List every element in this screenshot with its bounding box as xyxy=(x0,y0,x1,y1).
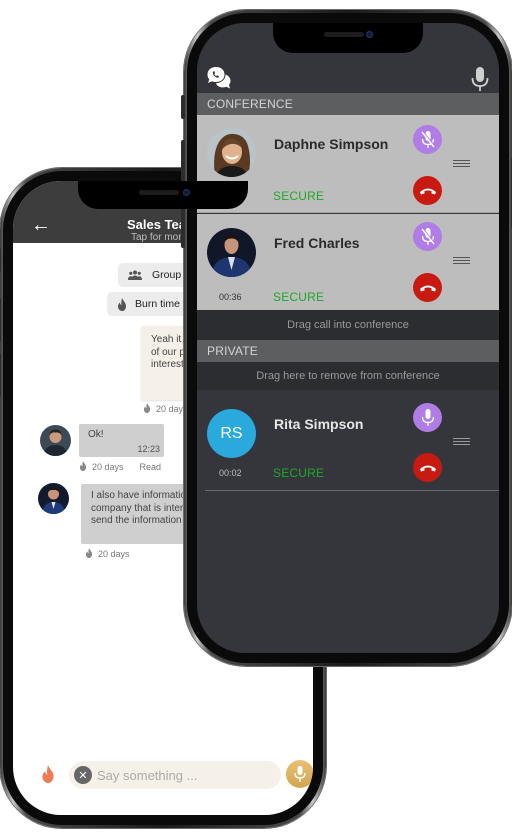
app-showcase: ← Sales Team Tap for more info Group Cre… xyxy=(0,0,512,835)
section-header-conference: CONFERENCE xyxy=(197,93,499,115)
call-security-status: SECURE xyxy=(273,189,325,203)
call-security-status: SECURE xyxy=(273,290,325,304)
microphone-icon[interactable] xyxy=(471,67,489,93)
group-icon xyxy=(128,270,142,280)
message-input[interactable] xyxy=(69,761,281,789)
read-receipt: Read xyxy=(139,462,162,472)
drop-zone-private[interactable]: Drag here to remove from conference xyxy=(197,362,499,390)
caller-name: Rita Simpson xyxy=(274,416,364,432)
phone-volume-up xyxy=(0,298,1,342)
calls-screen: CONFERENCE Daphne Simpson 00:19 SECURE xyxy=(197,23,499,653)
call-security-status: SECURE xyxy=(273,466,325,480)
mute-button[interactable] xyxy=(413,403,442,432)
burn-flame-icon xyxy=(143,403,151,415)
end-call-button[interactable] xyxy=(413,273,442,302)
sender-avatar[interactable] xyxy=(38,483,69,514)
phone-notch xyxy=(273,23,423,53)
microphone-icon xyxy=(294,766,306,782)
phone-side-button xyxy=(181,95,185,119)
caller-name: Daphne Simpson xyxy=(274,136,389,152)
call-row[interactable]: Fred Charles 00:36 SECURE xyxy=(197,214,499,310)
flame-icon xyxy=(115,297,129,311)
hang-up-icon xyxy=(419,285,436,291)
burn-time: 20 days xyxy=(156,404,188,414)
caller-avatar xyxy=(207,228,256,277)
caller-initials: RS xyxy=(207,409,256,458)
call-row[interactable]: RS Rita Simpson 00:02 SECURE xyxy=(205,395,499,491)
message-text: Ok! xyxy=(88,429,104,440)
end-call-button[interactable] xyxy=(413,176,442,205)
section-header-private: PRIVATE xyxy=(197,340,499,362)
drag-handle-icon[interactable] xyxy=(453,160,470,168)
burn-flame-icon xyxy=(85,548,93,560)
chat-input-bar: ✕ xyxy=(13,751,313,801)
drop-zone-conference[interactable]: Drag call into conference xyxy=(197,310,499,340)
caller-name: Fred Charles xyxy=(274,235,360,251)
mic-off-icon xyxy=(420,130,435,148)
caller-avatar: RS xyxy=(207,409,256,458)
unmute-button[interactable] xyxy=(413,125,442,154)
call-duration: 00:02 xyxy=(219,468,242,478)
phone-notch xyxy=(78,181,248,209)
message-bubble-incoming[interactable]: Ok! 12:23 xyxy=(79,424,164,457)
hang-up-icon xyxy=(419,188,436,194)
burn-time: 20 days xyxy=(98,549,130,559)
message-meta: 20 days xyxy=(143,403,188,415)
phone-volume-down xyxy=(0,353,1,397)
caller-avatar xyxy=(207,128,256,177)
drag-handle-icon[interactable] xyxy=(453,438,470,446)
microphone-icon xyxy=(421,408,434,426)
message-meta: 20 days Read xyxy=(79,461,161,473)
clear-input-icon[interactable]: ✕ xyxy=(74,766,92,784)
call-duration: 00:36 xyxy=(219,292,242,302)
chat-bubbles-logo-icon[interactable] xyxy=(206,65,232,91)
phone-side-button xyxy=(0,248,1,272)
sender-avatar[interactable] xyxy=(40,425,71,456)
burn-flame-icon xyxy=(79,461,87,473)
burn-timer-flame-icon[interactable] xyxy=(41,765,59,785)
voice-record-button[interactable] xyxy=(286,760,313,788)
unmute-button[interactable] xyxy=(413,222,442,251)
phone-calls: CONFERENCE Daphne Simpson 00:19 SECURE xyxy=(181,10,512,666)
message-meta: 20 days xyxy=(85,548,130,560)
hang-up-icon xyxy=(419,465,436,471)
back-arrow-icon[interactable]: ← xyxy=(31,215,51,235)
drag-handle-icon[interactable] xyxy=(453,257,470,265)
message-time: 12:23 xyxy=(137,443,160,454)
end-call-button[interactable] xyxy=(413,453,442,482)
phone-bezel: CONFERENCE Daphne Simpson 00:19 SECURE xyxy=(187,13,509,663)
burn-time: 20 days xyxy=(92,462,124,472)
mic-off-icon xyxy=(420,227,435,245)
